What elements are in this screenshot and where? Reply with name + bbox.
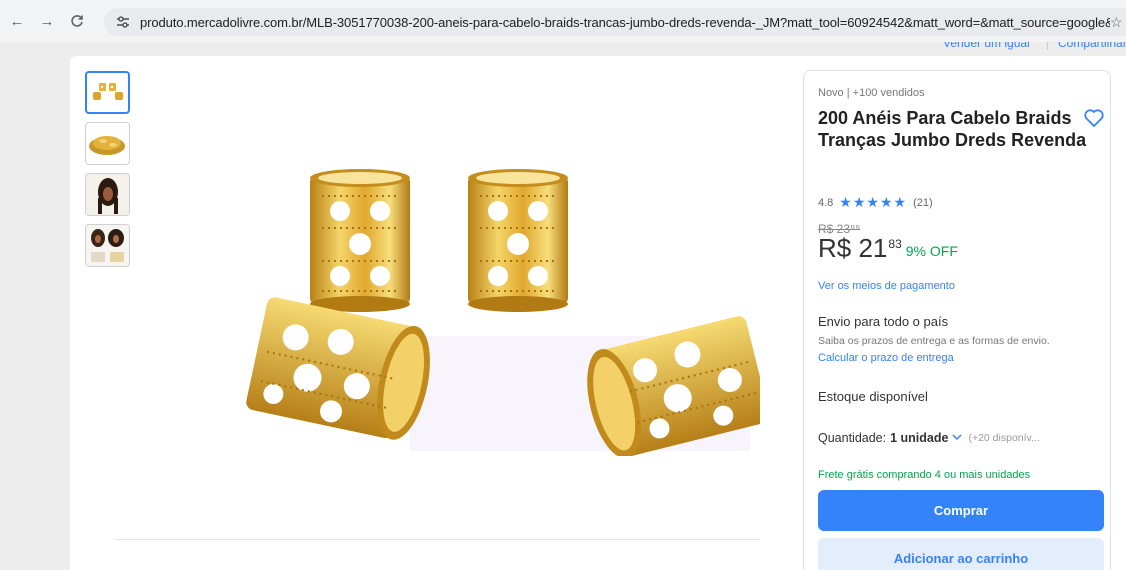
forward-icon[interactable]: →: [32, 6, 62, 36]
quantity-label: Quantidade:: [818, 431, 887, 445]
condition-label: Novo | +100 vendidos: [818, 87, 925, 99]
review-count: (21): [913, 196, 933, 209]
rating-value: 4.8: [818, 196, 834, 209]
bookmark-star-icon[interactable]: ☆: [1110, 14, 1126, 31]
share-link[interactable]: Compartilhar: [1058, 42, 1126, 50]
quantity-value[interactable]: 1 unidade: [890, 431, 948, 445]
sell-similar-link[interactable]: Vender um igual: [943, 42, 1030, 50]
back-icon[interactable]: ←: [2, 6, 32, 36]
chevron-down-icon[interactable]: [952, 432, 962, 444]
gallery-divider: [115, 539, 760, 540]
buy-box: Novo | +100 vendidos 200 Anéis Para Cabe…: [803, 70, 1111, 570]
rating-row[interactable]: 4.8 ★★★★★ (21): [818, 194, 933, 211]
price-integer: R$ 21: [818, 233, 888, 263]
discount-badge: 9% OFF: [905, 243, 958, 259]
quantity-selector[interactable]: Quantidade: 1 unidade (+20 disponív...: [818, 431, 1040, 445]
quantity-available: (+20 disponív...: [968, 432, 1040, 444]
divider-text: |: [1046, 42, 1050, 50]
shipping-title: Envio para todo o país: [818, 314, 949, 329]
add-to-cart-button[interactable]: Adicionar ao carrinho: [818, 538, 1104, 570]
payment-methods-link[interactable]: Ver os meios de pagamento: [818, 280, 955, 292]
address-bar[interactable]: produto.mercadolivre.com.br/MLB-30517700…: [104, 8, 1126, 36]
free-shipping-note: Frete grátis comprando 4 ou mais unidade…: [818, 469, 1031, 481]
price-cents: 83: [888, 237, 902, 251]
heart-icon[interactable]: [1083, 107, 1105, 129]
rating-stars-icon: ★★★★★: [839, 194, 908, 210]
reload-icon[interactable]: [62, 6, 92, 36]
thumbnail-rings[interactable]: [85, 71, 130, 114]
browser-toolbar: ← → produto.mercadolivre.com.br/MLB-3051…: [0, 0, 1126, 42]
url-text[interactable]: produto.mercadolivre.com.br/MLB-30517700…: [140, 15, 1110, 30]
thumbnail-braids-model[interactable]: [85, 173, 130, 216]
shipping-subtitle: Saiba os prazos de entrega e as formas d…: [818, 335, 1050, 347]
calculate-delivery-link[interactable]: Calcular o prazo de entrega: [818, 352, 954, 364]
product-main-image[interactable]: [180, 166, 770, 459]
product-title: 200 Anéis Para Cabelo Braids Tranças Jum…: [818, 108, 1087, 150]
ring-back-left: [310, 169, 410, 312]
stock-status: Estoque disponível: [818, 389, 928, 404]
thumbnail-pile[interactable]: [85, 122, 130, 165]
buy-now-button[interactable]: Comprar: [818, 490, 1104, 531]
thumbnail-collage[interactable]: [85, 224, 130, 267]
ring-back-right: [468, 169, 568, 312]
page-header-remnant: Vender um igual | Compartilhar: [0, 42, 1126, 56]
site-settings-icon[interactable]: [112, 16, 134, 28]
price-row: R$ 21 83 9% OFF: [818, 233, 958, 264]
product-card: Novo | +100 vendidos 200 Anéis Para Cabe…: [70, 56, 1126, 570]
